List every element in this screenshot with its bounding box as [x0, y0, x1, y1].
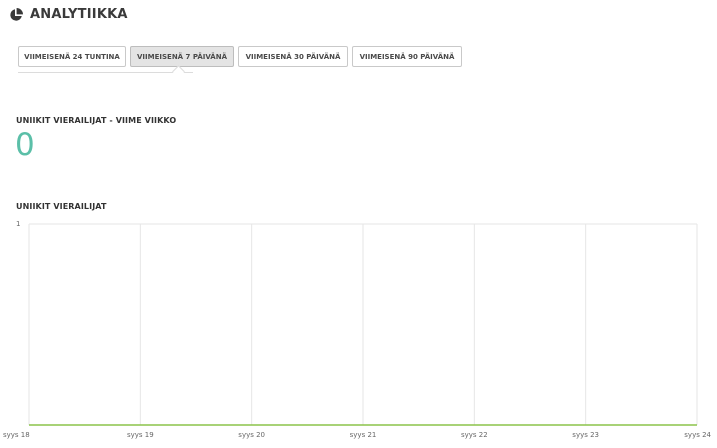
chart-x-tick-label: syys 24 [684, 431, 711, 439]
chart-x-tick-label: syys 19 [127, 431, 154, 439]
chart-x-tick-label: syys 22 [461, 431, 488, 439]
active-tab-indicator [172, 65, 185, 78]
tab-underline [18, 72, 193, 73]
analytics-header: ANALYTIIKKA [9, 7, 128, 22]
unique-visitors-chart: 1 syys 18 syys 19 syys 20 syys 21 syys 22 syys… [3, 220, 712, 439]
unique-visitors-week-value: 0 [15, 127, 35, 163]
unique-visitors-chart-label: UNIIKIT VIERAILIJAT [16, 202, 107, 211]
chart-x-tick-label: syys 20 [238, 431, 265, 439]
time-range-tabs: VIIMEISENÄ 24 TUNTINA VIIMEISENÄ 7 PÄIVÄ… [18, 46, 462, 67]
analytics-page: ANALYTIIKKA VIIMEISENÄ 24 TUNTINA VIIMEI… [0, 0, 717, 448]
chart-x-tick-label: syys 23 [572, 431, 599, 439]
chart-y-tick-label: 1 [16, 220, 20, 228]
chart-x-tick-label: syys 18 [3, 431, 30, 439]
tab-last-7-days[interactable]: VIIMEISENÄ 7 PÄIVÄNÄ [130, 46, 234, 67]
unique-visitors-week-label: UNIIKIT VIERAILIJAT - VIIME VIIKKO [16, 116, 177, 125]
page-title: ANALYTIIKKA [30, 7, 128, 22]
chart-x-tick-label: syys 21 [350, 431, 377, 439]
tab-last-90-days[interactable]: VIIMEISENÄ 90 PÄIVÄNÄ [352, 46, 462, 67]
tab-last-24-hours[interactable]: VIIMEISENÄ 24 TUNTINA [18, 46, 126, 67]
pie-chart-icon [9, 7, 23, 22]
tab-last-30-days[interactable]: VIIMEISENÄ 30 PÄIVÄNÄ [238, 46, 348, 67]
